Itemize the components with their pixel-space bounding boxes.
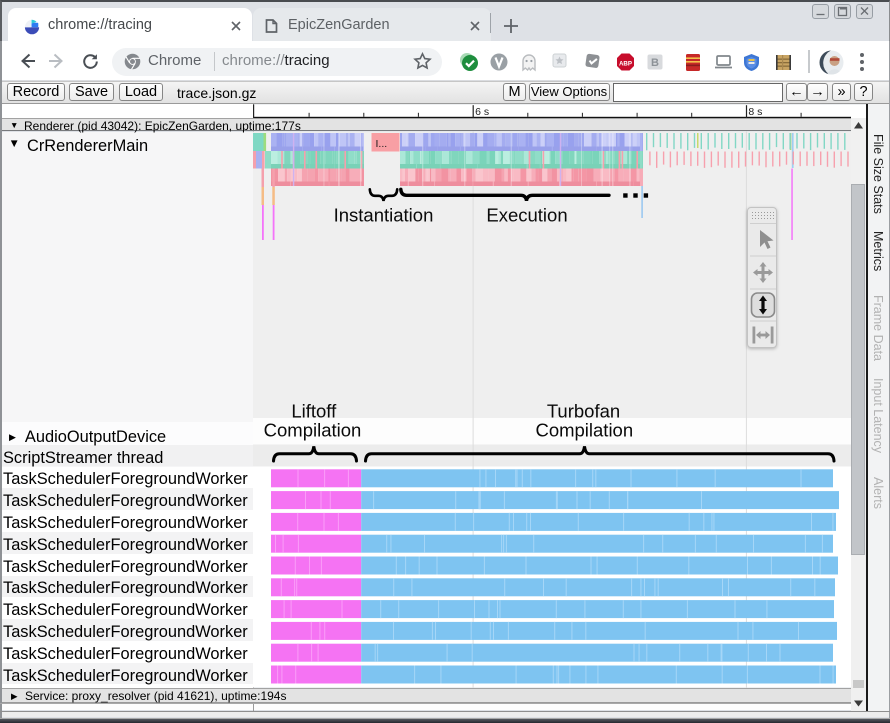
svg-text:6 s: 6 s <box>475 106 489 118</box>
svg-text:Compilation: Compilation <box>264 420 362 441</box>
svg-text:Instantiation: Instantiation <box>334 205 434 226</box>
svg-text:Liftoff: Liftoff <box>291 401 337 422</box>
svg-text:Execution: Execution <box>486 205 567 226</box>
svg-text:B: B <box>651 57 659 69</box>
svg-text:I...: I... <box>376 138 388 150</box>
svg-text:ABP: ABP <box>619 61 632 68</box>
svg-text:8 s: 8 s <box>748 106 762 118</box>
svg-text:Turbofan: Turbofan <box>547 401 620 422</box>
svg-text:Compilation: Compilation <box>535 420 633 441</box>
